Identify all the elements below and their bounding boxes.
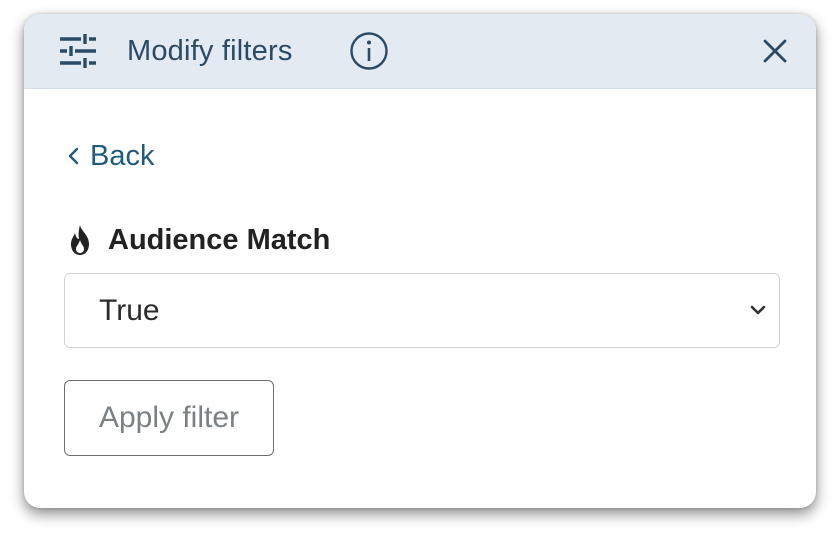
apply-filter-label: Apply filter: [98, 401, 240, 434]
apply-filter-button[interactable]: Apply filter: [64, 380, 274, 456]
info-icon[interactable]: [349, 31, 389, 71]
chevron-down-icon: [750, 305, 766, 315]
flame-icon: [71, 225, 89, 255]
dialog-title: Modify filters: [127, 35, 293, 67]
back-link[interactable]: Back: [66, 138, 154, 174]
back-link-label: Back: [90, 140, 155, 172]
select-value: True: [99, 294, 160, 327]
modify-filters-dialog: Modify filters Back Audience Match True: [24, 14, 816, 508]
audience-match-label: Audience Match: [66, 222, 330, 258]
audience-match-select[interactable]: True: [64, 273, 780, 348]
sliders-icon: [60, 34, 96, 68]
field-label-text: Audience Match: [108, 224, 331, 256]
close-icon[interactable]: [760, 36, 790, 66]
chevron-left-icon: [68, 147, 79, 165]
dialog-header: Modify filters: [24, 14, 816, 89]
